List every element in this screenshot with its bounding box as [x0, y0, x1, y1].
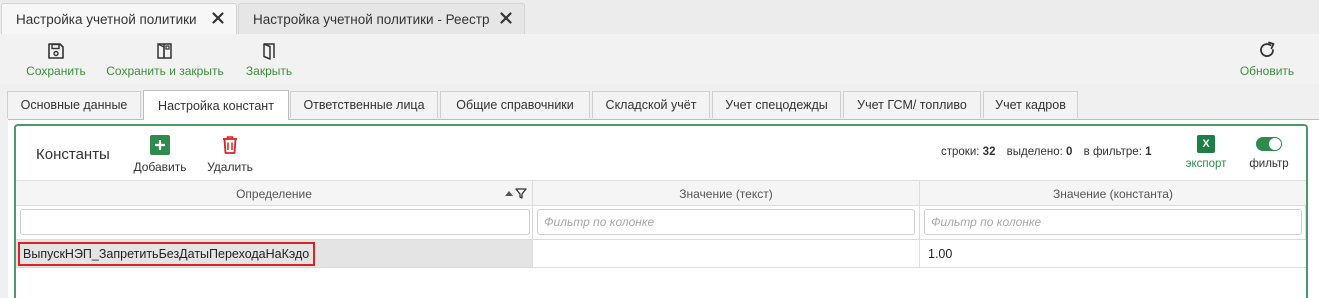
column-header-value-text[interactable]: Значение (текст): [533, 181, 920, 206]
filtered-label: в фильтре:: [1083, 146, 1142, 158]
door-exit-icon: [261, 34, 277, 62]
column-header-definition[interactable]: Определение: [16, 181, 533, 206]
floppy-disk-icon: [47, 34, 65, 62]
plus-icon: [150, 134, 170, 156]
cell-definition[interactable]: ВыпускНЭП_ЗапретитьБезДатыПереходаНаКэдо: [16, 240, 533, 267]
doc-tab-label: Настройка учетной политики: [16, 11, 197, 27]
doc-tab-accounting-policy-registry[interactable]: Настройка учетной политики - Реестр: [238, 3, 525, 34]
selected-count: 0: [1066, 146, 1073, 158]
delete-button[interactable]: Удалить: [205, 134, 255, 174]
trash-icon: [221, 134, 239, 156]
cell-value-constant[interactable]: 1.00: [920, 240, 1306, 267]
filter-input-value-constant[interactable]: [924, 209, 1302, 235]
refresh-button[interactable]: Обновить: [1236, 34, 1298, 84]
column-header-value-constant[interactable]: Значение (константа): [920, 181, 1306, 206]
tab-label: Настройка констант: [158, 98, 274, 113]
tab-label: Основные данные: [20, 98, 128, 112]
rows-label: строки:: [941, 146, 980, 158]
tab-responsible-persons[interactable]: Ответственные лица: [290, 91, 438, 118]
doc-tab-accounting-policy[interactable]: Настройка учетной политики: [1, 3, 237, 34]
selected-label: выделено:: [1006, 146, 1063, 158]
filtered-count: 1: [1145, 146, 1152, 158]
tab-label: Учет спецодежды: [725, 98, 828, 112]
tab-general-directories[interactable]: Общие справочники: [440, 91, 590, 118]
tab-fuel[interactable]: Учет ГСМ/ топливо: [843, 91, 981, 118]
table-row[interactable]: ВыпускНЭП_ЗапретитьБезДатыПереходаНаКэдо…: [16, 240, 1306, 268]
sort-filter-icon[interactable]: [504, 187, 528, 199]
grid-title: Константы: [36, 146, 110, 163]
filter-cell-value-text: [533, 206, 920, 239]
close-icon[interactable]: [498, 10, 514, 26]
close-icon[interactable]: [210, 10, 226, 26]
toolbar: Сохранить Сохранить и закрыть Закрыть Об…: [0, 34, 1319, 84]
tab-label: Ответственные лица: [303, 98, 425, 112]
rows-count: 32: [982, 146, 996, 158]
refresh-icon: [1257, 34, 1277, 62]
save-and-close-label: Сохранить и закрыть: [106, 64, 224, 78]
tab-label: Складской учёт: [605, 98, 697, 112]
highlighted-definition: ВыпускНЭП_ЗапретитьБезДатыПереходаНаКэдо: [18, 242, 316, 266]
grid-toolbar: Константы Добавить Удалить строки: 32 вы…: [16, 126, 1306, 180]
add-button[interactable]: Добавить: [132, 134, 188, 174]
close-label: Закрыть: [245, 64, 293, 78]
grid-stats: строки: 32 выделено: 0 в фильтре: 1: [941, 146, 1152, 158]
column-header-label: Определение: [236, 186, 312, 201]
save-and-close-button[interactable]: Сохранить и закрыть: [103, 34, 227, 84]
filter-toggle[interactable]: фильтр: [1246, 134, 1292, 170]
filter-input-definition[interactable]: [20, 209, 530, 235]
column-header-label: Значение (константа): [1053, 186, 1173, 201]
tab-constants[interactable]: Настройка констант: [143, 90, 289, 120]
column-header-label: Значение (текст): [679, 186, 773, 201]
delete-label: Удалить: [207, 160, 253, 174]
section-tabs: Основные данные Настройка констант Ответ…: [0, 90, 1319, 120]
close-button[interactable]: Закрыть: [242, 34, 296, 84]
save-exit-icon: [156, 34, 174, 62]
filter-label: фильтр: [1249, 158, 1289, 170]
tab-workwear[interactable]: Учет спецодежды: [712, 91, 841, 118]
constants-grid: Константы Добавить Удалить строки: 32 вы…: [14, 124, 1308, 298]
save-label: Сохранить: [26, 64, 86, 78]
filter-cell-value-constant: [920, 206, 1306, 239]
tab-basic-data[interactable]: Основные данные: [7, 91, 141, 118]
tab-label: Учет ГСМ/ топливо: [857, 98, 967, 112]
add-label: Добавить: [133, 160, 187, 174]
save-button[interactable]: Сохранить: [24, 34, 88, 84]
filter-row: [16, 206, 1306, 240]
excel-icon: X: [1197, 135, 1215, 153]
tab-label: Учет кадров: [995, 98, 1066, 112]
export-label: экспорт: [1185, 158, 1227, 170]
tab-label: Общие справочники: [456, 98, 574, 112]
table-header-row: Определение Значение (текст) Значение (к…: [16, 180, 1306, 206]
filter-switch[interactable]: [1256, 137, 1282, 151]
tab-personnel[interactable]: Учет кадров: [983, 91, 1078, 118]
filter-input-value-text[interactable]: [537, 209, 915, 235]
document-tabs-bar: Настройка учетной политики Настройка уче…: [0, 0, 1319, 34]
doc-tab-label: Настройка учетной политики - Реестр: [253, 11, 490, 27]
tab-warehouse[interactable]: Складской учёт: [592, 91, 710, 118]
cell-value-text[interactable]: [533, 240, 920, 267]
refresh-label: Обновить: [1239, 64, 1295, 78]
filter-cell-definition: [16, 206, 533, 239]
constants-panel: Константы Добавить Удалить строки: 32 вы…: [8, 119, 1319, 298]
export-button[interactable]: X экспорт: [1182, 134, 1230, 170]
